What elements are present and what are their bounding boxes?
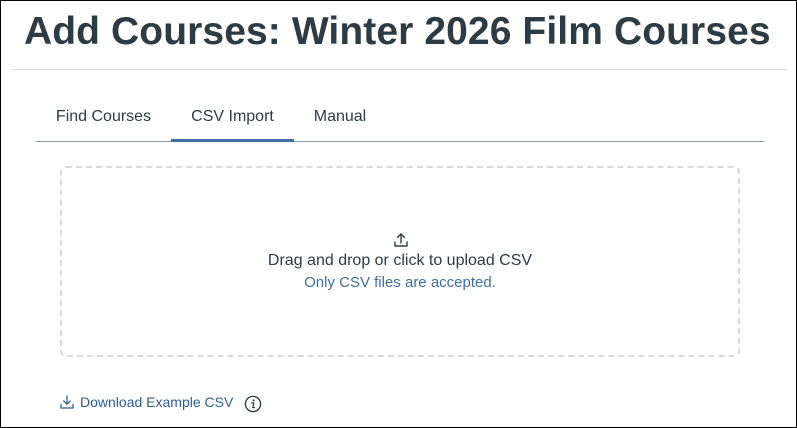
page-frame: Add Courses: Winter 2026 Film Courses Fi… xyxy=(0,0,797,428)
upload-icon xyxy=(394,233,408,247)
dropzone-primary-text: Drag and drop or click to upload CSV xyxy=(267,252,533,269)
tab-manual[interactable]: Manual xyxy=(294,97,386,141)
tab-bar: Find Courses CSV Import Manual xyxy=(36,97,764,142)
dropzone-hint-text: Only CSV files are accepted. xyxy=(304,274,496,291)
tab-csv-import[interactable]: CSV Import xyxy=(171,97,294,142)
page-title: Add Courses: Winter 2026 Film Courses xyxy=(24,10,771,53)
download-icon xyxy=(60,395,74,409)
info-icon[interactable] xyxy=(244,395,262,413)
download-example-csv-label: Download Example CSV xyxy=(80,394,234,410)
csv-upload-dropzone[interactable]: Drag and drop or click to upload CSV Onl… xyxy=(60,166,740,357)
download-example-csv-link[interactable]: Download Example CSV xyxy=(59,394,233,410)
tab-find-courses[interactable]: Find Courses xyxy=(36,97,171,141)
title-divider xyxy=(11,69,787,70)
